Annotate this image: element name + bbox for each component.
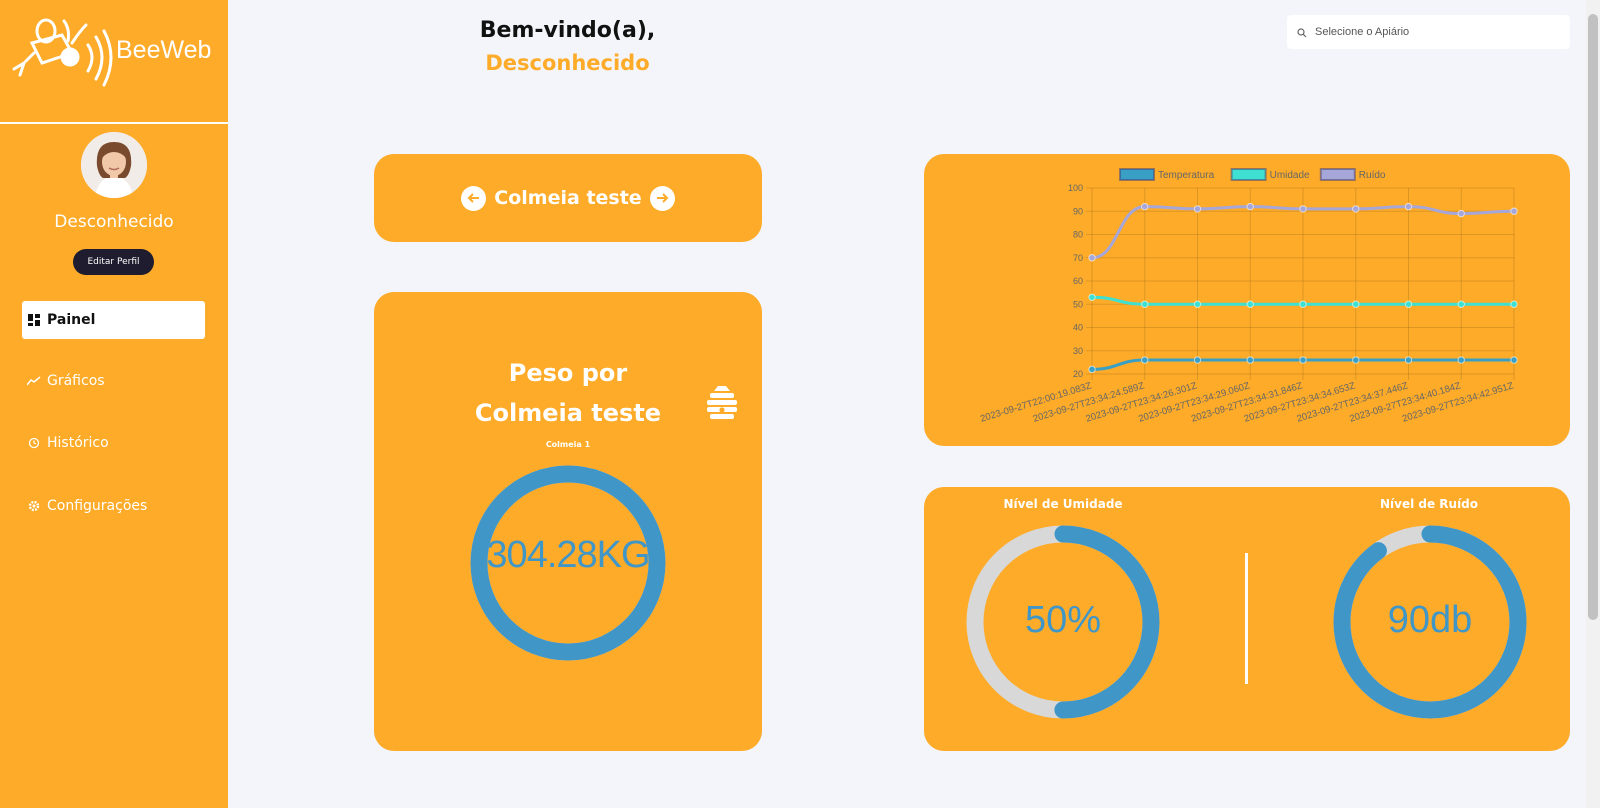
- data-point: [1352, 205, 1360, 213]
- scrollbar-thumb[interactable]: [1588, 14, 1598, 620]
- weight-card: Peso por Colmeia teste Colmeia 1 304.28K…: [374, 292, 762, 751]
- data-point: [1510, 207, 1518, 215]
- weight-title-line2: Colmeia teste: [474, 399, 662, 427]
- brand-name: BeeWeb: [116, 35, 212, 64]
- sidebar-item-historico[interactable]: Histórico: [22, 424, 205, 462]
- sensor-chart-card: 20 30 40 50 60 70 80 90 100 2023-09-27T22:00:19.0…: [924, 154, 1570, 446]
- data-point: [1088, 365, 1096, 374]
- welcome-user-name: Desconhecido: [485, 51, 650, 75]
- data-point: [1457, 356, 1465, 364]
- bee-logo-icon: [12, 18, 113, 87]
- humidity-level-title: Nível de Umidade: [1003, 497, 1123, 511]
- sidebar: BeeWeb Desconhecido Editar Perfil Painel…: [0, 0, 228, 808]
- y-tick-label: 60: [1073, 276, 1083, 286]
- data-point: [1404, 356, 1413, 364]
- welcome-header: Bem-vindo(a), Desconhecido: [420, 16, 715, 80]
- sidebar-item-configuracoes[interactable]: Configurações: [22, 487, 205, 525]
- data-point: [1193, 205, 1202, 213]
- search-icon: [1297, 23, 1307, 42]
- data-point: [1141, 202, 1149, 211]
- data-point: [1404, 202, 1413, 211]
- legend-swatch: [1119, 168, 1155, 181]
- data-point: [1457, 300, 1465, 308]
- y-tick-label: 50: [1073, 299, 1083, 309]
- dashboard-icon: [27, 313, 41, 327]
- line-chart-icon: [27, 374, 41, 388]
- user-name: Desconhecido: [54, 212, 174, 232]
- y-tick-label: 70: [1073, 253, 1083, 263]
- data-point: [1193, 356, 1202, 364]
- data-point: [1510, 300, 1518, 308]
- arrow-right-icon: [657, 193, 669, 203]
- apiary-search[interactable]: [1287, 15, 1570, 49]
- hive-selector: Colmeia teste: [374, 154, 762, 242]
- y-tick-label: 40: [1073, 323, 1083, 333]
- y-tick-label: 90: [1073, 206, 1083, 216]
- legend-swatch: [1319, 168, 1356, 181]
- gear-icon: [27, 499, 41, 513]
- weight-title-line1: Peso por: [508, 359, 628, 387]
- brand-logo[interactable]: BeeWeb: [10, 12, 215, 88]
- history-icon: [27, 436, 41, 450]
- y-tick-label: 20: [1073, 369, 1083, 379]
- arrow-left-icon: [467, 193, 479, 203]
- sidebar-item-label: Configurações: [47, 498, 148, 514]
- data-point: [1141, 356, 1149, 364]
- data-point: [1141, 300, 1149, 308]
- legend-label: Ruído: [1359, 170, 1386, 181]
- data-point: [1246, 356, 1254, 364]
- levels-card: Nível de Umidade Nível de Ruído 50% 90db: [924, 487, 1570, 751]
- sidebar-item-label: Painel: [47, 312, 96, 328]
- sidebar-item-graficos[interactable]: Gráficos: [22, 362, 205, 400]
- prev-hive-button[interactable]: [461, 185, 487, 211]
- data-point: [1246, 202, 1254, 211]
- page-scrollbar[interactable]: [1586, 0, 1600, 808]
- apiary-search-input[interactable]: [1315, 26, 1555, 38]
- sidebar-item-label: Gráficos: [47, 373, 105, 389]
- edit-profile-button[interactable]: Editar Perfil: [73, 249, 154, 275]
- weight-title: Peso por Colmeia teste: [434, 353, 702, 433]
- legend-label: Temperatura: [1158, 170, 1215, 181]
- next-hive-button[interactable]: [649, 185, 675, 211]
- data-point: [1457, 209, 1465, 218]
- welcome-greeting: Bem-vindo(a),: [479, 18, 656, 43]
- data-point: [1352, 356, 1360, 364]
- data-point: [1088, 254, 1096, 262]
- avatar[interactable]: [81, 132, 147, 198]
- humidity-value: 50%: [1024, 599, 1102, 641]
- y-tick-label: 30: [1073, 346, 1083, 356]
- data-point: [1404, 300, 1413, 308]
- weight-value: 304.28KG: [486, 534, 650, 576]
- data-point: [1299, 356, 1307, 364]
- data-point: [1246, 300, 1254, 308]
- legend-label: Umidade: [1270, 170, 1310, 181]
- noise-level-title: Nível de Ruído: [1379, 497, 1479, 511]
- beehive-icon: [707, 386, 737, 419]
- y-tick-label: 100: [1068, 183, 1083, 193]
- data-point: [1352, 300, 1360, 308]
- weight-hive-label: Colmeia 1: [545, 440, 591, 449]
- sensor-line-chart: 20304050607080901002023-09-27T22:00:19.0…: [979, 168, 1518, 425]
- user-photo: [81, 132, 147, 198]
- data-point: [1088, 293, 1096, 301]
- levels-divider: [1245, 553, 1248, 684]
- y-tick-label: 80: [1073, 230, 1083, 240]
- sidebar-divider: [0, 122, 228, 124]
- sidebar-item-label: Histórico: [47, 435, 109, 451]
- legend-swatch: [1230, 168, 1267, 181]
- data-point: [1299, 300, 1307, 308]
- noise-value: 90db: [1387, 599, 1473, 641]
- data-point: [1193, 300, 1202, 308]
- data-point: [1299, 205, 1307, 213]
- data-point: [1510, 356, 1518, 364]
- sidebar-item-painel[interactable]: Painel: [22, 301, 205, 339]
- hive-name: Colmeia teste: [494, 187, 642, 209]
